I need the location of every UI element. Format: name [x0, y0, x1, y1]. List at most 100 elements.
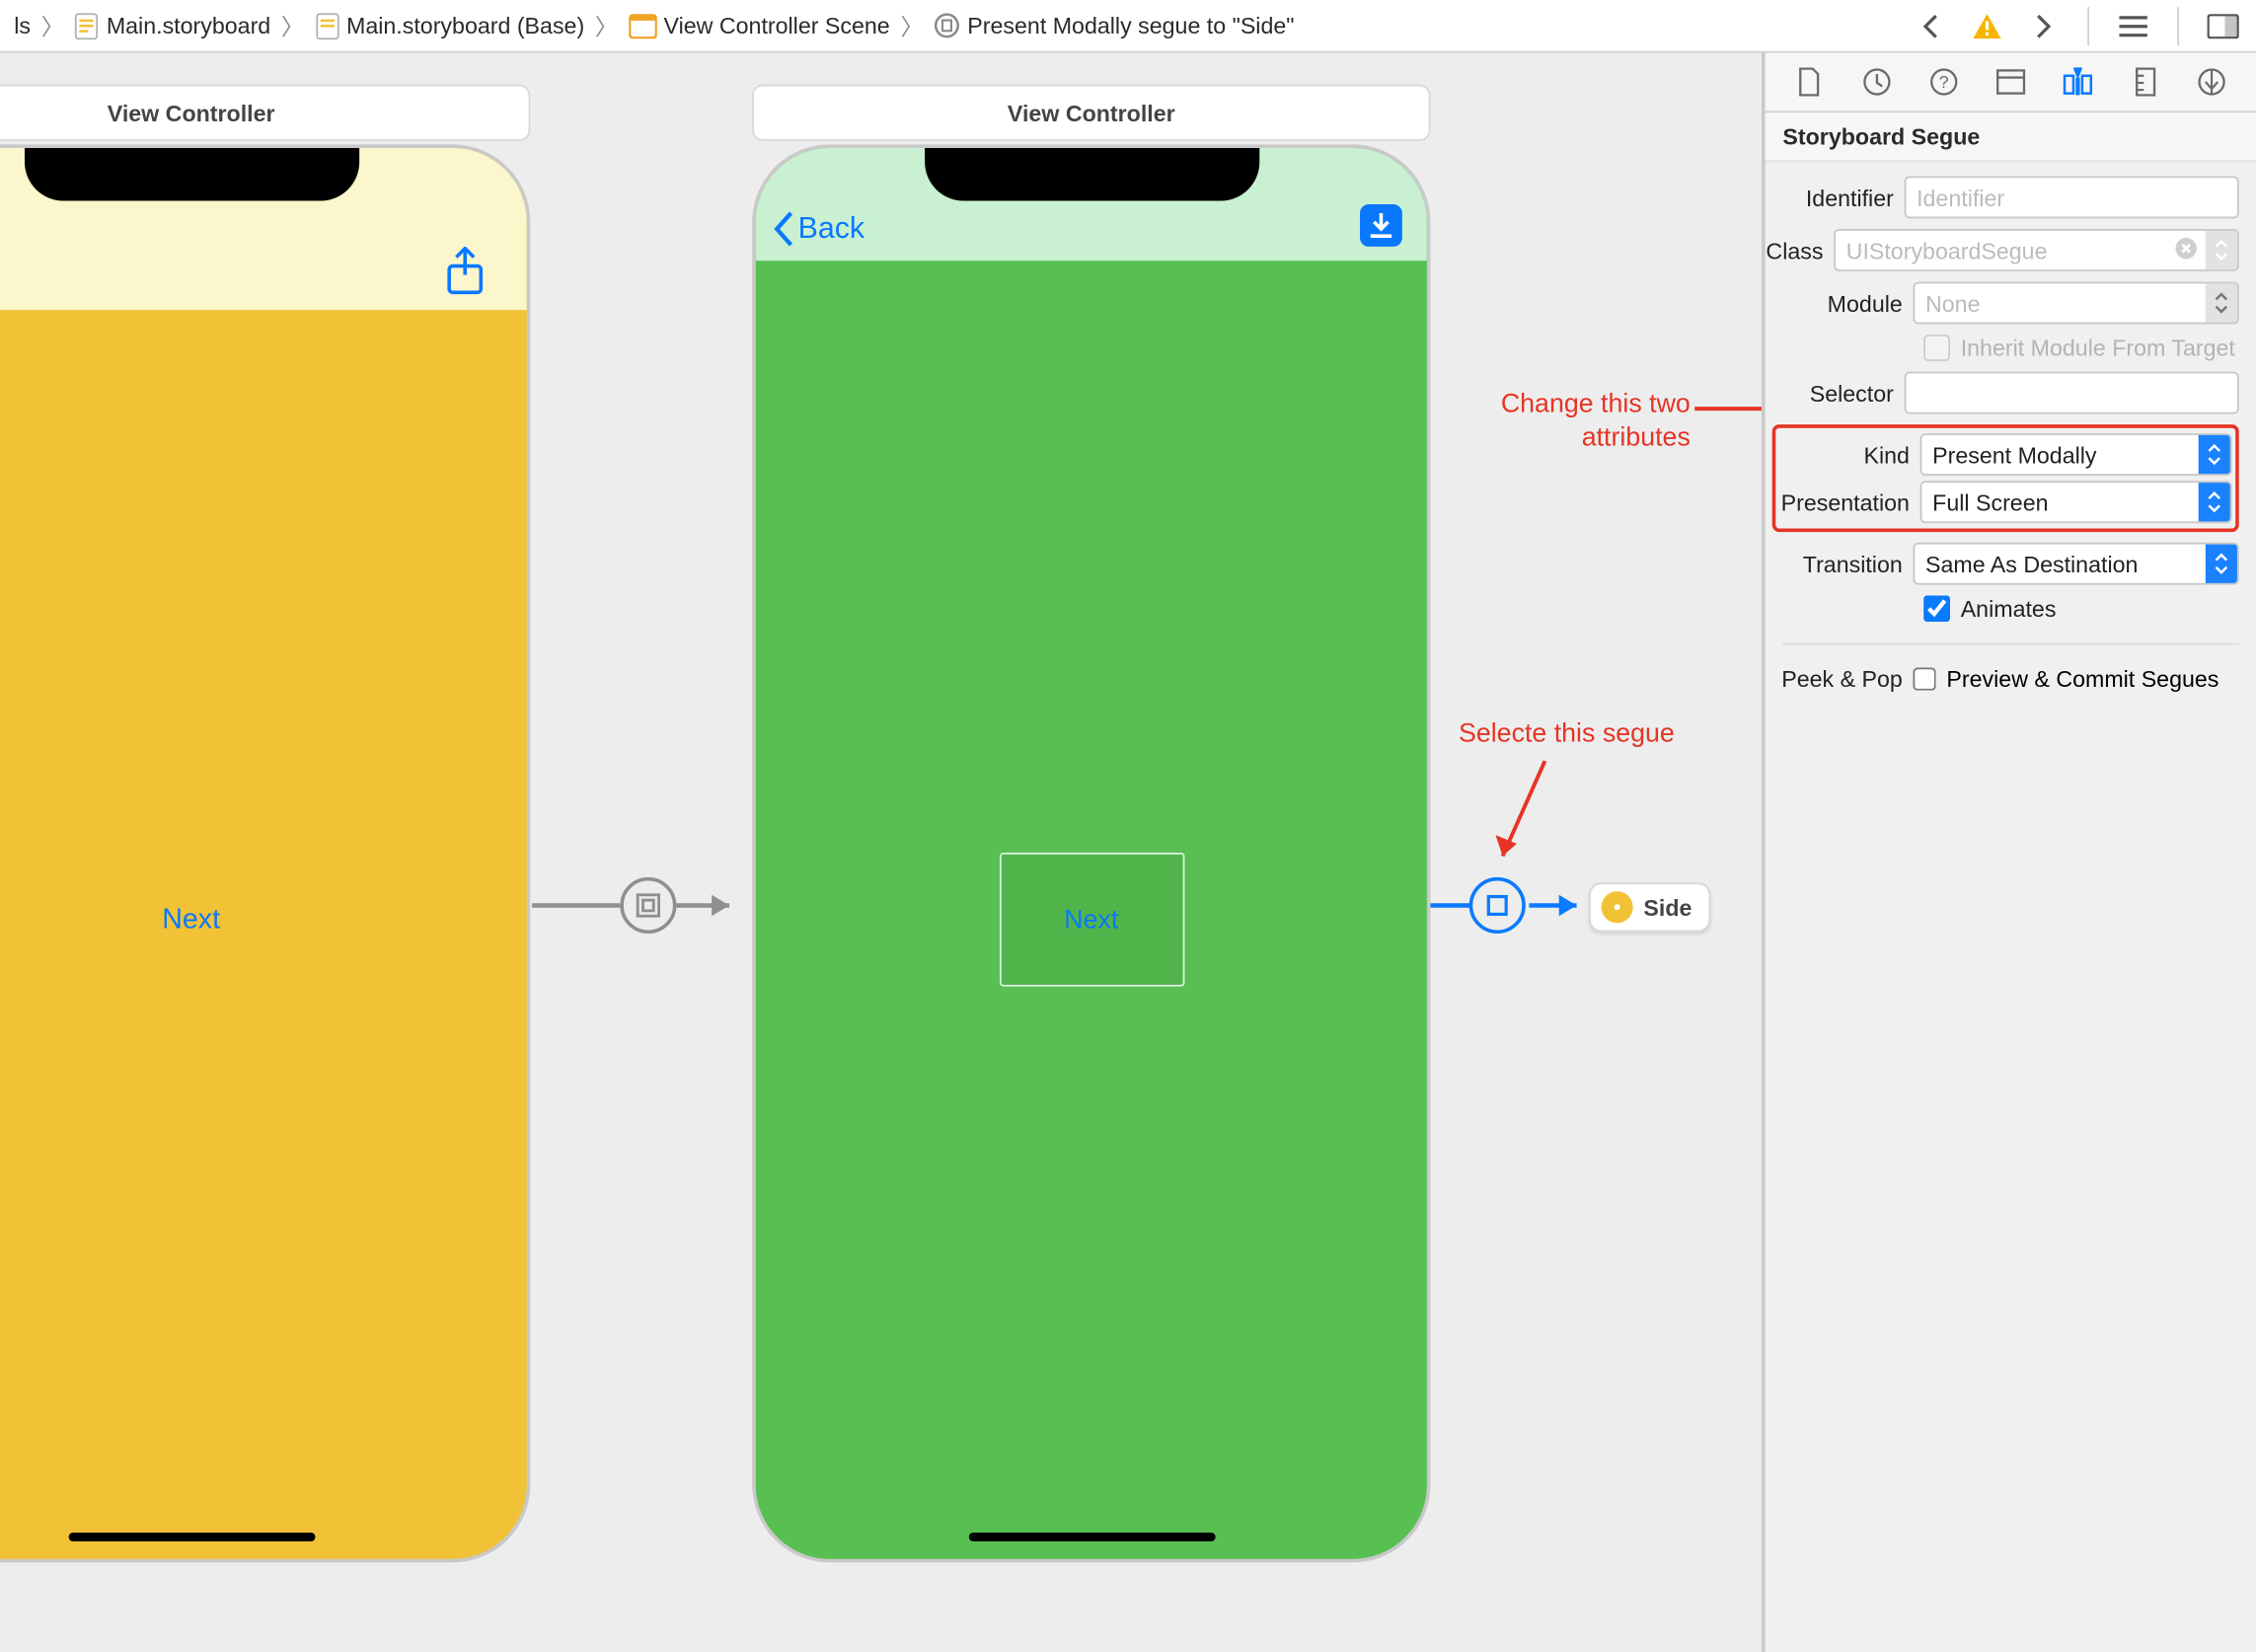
class-combobox[interactable] [1834, 229, 2239, 271]
crumb-text: View Controller Scene [664, 12, 890, 38]
chevron-right-icon: 〉 [277, 9, 307, 42]
help-inspector-tab-icon[interactable]: ? [1926, 64, 1962, 100]
annotation-line2: attributes [1501, 422, 1691, 455]
segue-node-selected[interactable] [1469, 877, 1526, 934]
nav-back-icon[interactable] [1915, 10, 1946, 41]
inherit-module-checkbox[interactable] [1923, 335, 1950, 361]
next-button[interactable]: Next [162, 905, 220, 937]
module-value: None [1915, 290, 2206, 317]
scene-title: View Controller [1008, 100, 1175, 126]
kind-value: Present Modally [1921, 441, 2198, 468]
topbar-controls [1897, 0, 2256, 51]
chevron-right-icon: 〉 [591, 9, 621, 42]
separator [2087, 6, 2089, 44]
preview-commit-label: Preview & Commit Segues [1946, 666, 2218, 693]
crumb-scene[interactable]: View Controller Scene [622, 12, 897, 38]
scene-title: View Controller [108, 100, 275, 126]
preview-commit-checkbox[interactable] [1914, 668, 1936, 691]
annotation-select-segue: Selecte this segue [1459, 718, 1675, 751]
crumb-text: Main.storyboard [107, 12, 270, 38]
identity-inspector-tab-icon[interactable] [1993, 64, 2029, 100]
svg-text:?: ? [1938, 72, 1948, 92]
segue-node-1[interactable] [620, 877, 676, 934]
crumb-segue[interactable]: Present Modally segue to "Side" [927, 12, 1301, 38]
storyboard-canvas[interactable]: View Controller Next View Controller Bac… [0, 53, 1764, 1652]
inspector-divider [1782, 643, 2238, 645]
class-field[interactable] [1836, 231, 2167, 269]
select-arrows-icon [2199, 483, 2230, 521]
device-notch [24, 148, 358, 201]
editor-top-bar: ls 〉 Main.storyboard 〉 Main.storyboard (… [0, 0, 2256, 53]
storyboard-base-icon [315, 12, 339, 40]
storyboard-reference-side[interactable]: Side [1589, 882, 1711, 932]
peek-pop-label: Peek & Pop [1766, 666, 1903, 693]
scene-title-bar[interactable]: View Controller [0, 85, 530, 141]
history-inspector-tab-icon[interactable] [1859, 64, 1895, 100]
select-arrows-icon [2199, 435, 2230, 474]
scene-view-controller-1[interactable]: View Controller Next [0, 85, 530, 1563]
module-label: Module [1766, 290, 1903, 317]
crumb-text: Present Modally segue to "Side" [967, 12, 1294, 38]
animates-checkbox-row: Animates [1766, 595, 2239, 622]
kind-label: Kind [1779, 441, 1910, 468]
class-label: Class [1766, 237, 1824, 263]
annotation-line1: Change this two [1501, 389, 1691, 421]
connections-inspector-tab-icon[interactable] [2195, 64, 2230, 100]
annotation-arrow-segue [1488, 754, 1558, 877]
crumb-storyboard-base[interactable]: Main.storyboard (Base) [308, 12, 592, 40]
back-label: Back [798, 211, 865, 247]
container-view[interactable]: Next [999, 853, 1183, 987]
present-modally-segue-icon [1469, 877, 1526, 934]
size-inspector-tab-icon[interactable] [2128, 64, 2163, 100]
select-arrows-icon [2206, 545, 2237, 583]
annotation-change-attrs: Change this two attributes [1501, 389, 1691, 455]
transition-select[interactable]: Same As Destination [1914, 543, 2239, 585]
home-indicator [68, 1533, 315, 1541]
share-icon[interactable] [446, 247, 485, 296]
crumb-storyboard-file[interactable]: Main.storyboard [68, 12, 278, 40]
identifier-label: Identifier [1766, 185, 1894, 211]
chevron-right-icon: 〉 [897, 9, 927, 42]
selector-field[interactable] [1905, 372, 2239, 414]
segue-icon [934, 12, 960, 38]
attributes-inspector-tab-icon[interactable] [2061, 64, 2096, 100]
warning-icon[interactable] [1971, 10, 2002, 41]
kind-select[interactable]: Present Modally [1920, 433, 2232, 476]
outline-toggle-icon[interactable] [2118, 10, 2149, 41]
inherit-module-checkbox-row: Inherit Module From Target [1766, 335, 2239, 361]
file-inspector-tab-icon[interactable] [1791, 64, 1827, 100]
download-button[interactable] [1360, 204, 1402, 247]
scene-view-controller-2[interactable]: View Controller Back Next [752, 85, 1430, 1563]
selector-label: Selector [1766, 380, 1894, 407]
breadcrumb: ls 〉 Main.storyboard 〉 Main.storyboard (… [0, 0, 1897, 51]
present-modally-segue-icon [620, 877, 676, 934]
device-notch [924, 148, 1258, 201]
reference-label: Side [1643, 894, 1692, 921]
presentation-value: Full Screen [1921, 488, 2198, 515]
class-clear-icon[interactable] [2174, 236, 2203, 264]
inherit-module-label: Inherit Module From Target [1961, 335, 2235, 361]
nav-forward-icon[interactable] [2028, 10, 2060, 41]
back-button[interactable]: Back [774, 211, 865, 247]
annotation-highlight-box: Kind Present Modally Presentation Full S… [1772, 424, 2239, 532]
crumb-text: ls [14, 12, 31, 38]
storyboard-file-icon [75, 12, 100, 40]
assistant-toggle-icon[interactable] [2208, 10, 2239, 41]
crumb-folder[interactable]: ls [7, 12, 38, 38]
identifier-field[interactable] [1905, 177, 2239, 219]
crumb-text: Main.storyboard (Base) [346, 12, 584, 38]
device-frame-2: Back Next [752, 144, 1430, 1562]
module-combobox[interactable]: None [1914, 282, 2239, 325]
separator [2177, 6, 2179, 44]
home-indicator [968, 1533, 1215, 1541]
chevron-right-icon: 〉 [38, 9, 67, 42]
animates-checkbox[interactable] [1923, 595, 1950, 622]
inspector-panel: ? Storyboard Segue Identifier Class M [1764, 53, 2256, 1652]
presentation-label: Presentation [1779, 488, 1910, 515]
next-label: Next [1064, 905, 1118, 935]
scene-icon [629, 13, 657, 38]
inspector-tabs: ? [1766, 53, 2256, 113]
transition-label: Transition [1766, 551, 1903, 577]
presentation-select[interactable]: Full Screen [1920, 481, 2232, 523]
scene-title-bar[interactable]: View Controller [752, 85, 1430, 141]
